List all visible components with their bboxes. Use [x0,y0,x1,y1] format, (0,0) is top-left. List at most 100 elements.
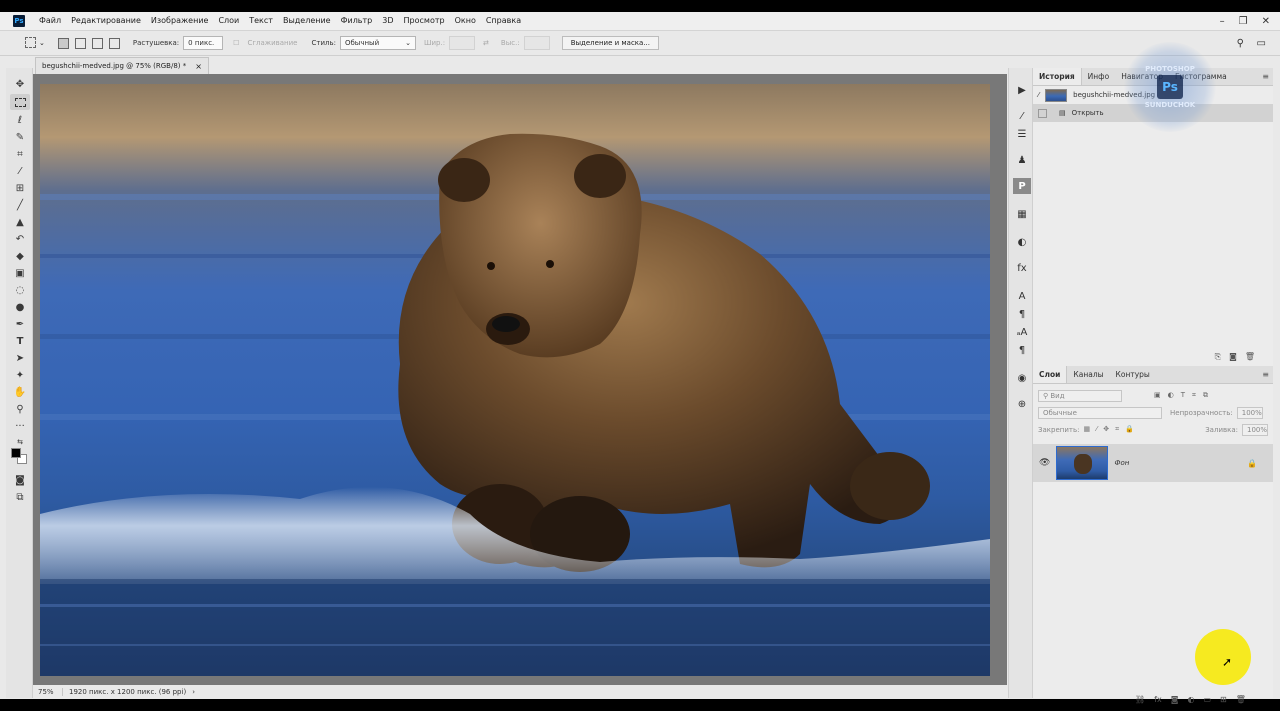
adjustment-layer-icon[interactable]: ◐ [1187,695,1194,704]
document-tab[interactable]: begushchii-medved.jpg @ 75% (RGB/8) * × [35,57,209,74]
more-icon[interactable]: ··· [10,418,30,434]
image-canvas[interactable] [40,84,990,676]
menu-file[interactable]: Файл [34,12,66,30]
gradient-icon[interactable]: ▣ [10,265,30,281]
tab-info[interactable]: Инфо [1082,68,1116,85]
paragraph-p-icon[interactable]: P [1013,178,1031,194]
lock-artboard-icon[interactable]: ⌗ [1115,425,1119,434]
menu-type[interactable]: Текст [244,12,278,30]
eraser-icon[interactable]: ◆ [10,248,30,264]
paragraph-icon[interactable]: ¶ [1013,306,1031,322]
delete-layer-icon[interactable]: 🗑 [1236,695,1246,704]
new-layer-icon[interactable]: ⊞ [1220,695,1227,704]
menu-view[interactable]: Просмотр [399,12,450,30]
grid-icon[interactable]: ▦ [1013,206,1031,222]
style-icon[interactable]: fx [1013,260,1031,276]
minimize-button[interactable]: – [1220,16,1225,27]
filter-smart-icon[interactable]: ⧉ [1203,391,1208,400]
filter-type-icon[interactable]: T [1181,391,1185,400]
screen-mode-icon[interactable]: ⧉ [10,489,30,505]
zoom-icon[interactable]: ⚲ [10,401,30,417]
new-selection-icon[interactable] [57,37,69,49]
subtract-selection-icon[interactable] [91,37,103,49]
play-icon[interactable]: ▶ [1013,82,1031,98]
new-group-icon[interactable]: ▭ [1203,695,1211,704]
history-brush-icon[interactable]: ↶ [10,231,30,247]
layer-name[interactable]: Фон [1114,459,1129,467]
hand-icon[interactable]: ✋ [10,384,30,400]
tab-history[interactable]: История [1033,68,1082,85]
brush-icon[interactable]: ╱ [10,197,30,213]
close-button[interactable]: ✕ [1262,16,1270,27]
menu-image[interactable]: Изображение [146,12,214,30]
quick-mask-icon[interactable]: ◙ [10,472,30,488]
shape-icon[interactable]: ✦ [10,367,30,383]
select-and-mask-button[interactable]: Выделение и маска... [561,36,659,50]
adjust-icon[interactable]: ☰ [1013,126,1031,142]
menu-window[interactable]: Окно [450,12,481,30]
layer-comps-icon[interactable]: ⊕ [1013,396,1031,412]
workspace-icon[interactable]: ▭ [1257,38,1266,49]
document-info[interactable]: 1920 пикс. x 1200 пикс. (96 ppi) [63,688,186,696]
type-a-icon[interactable]: A [1013,288,1031,304]
history-checkbox[interactable] [1038,108,1047,118]
layer-row[interactable]: 👁 Фон 🔒 [1033,444,1273,482]
brush-settings-icon[interactable]: ⁄ [1013,108,1031,124]
chevron-down-icon[interactable]: ⌄ [39,39,45,47]
menu-edit[interactable]: Редактирование [66,12,146,30]
width-input[interactable] [449,36,476,50]
glyph-icon[interactable]: ¶ [1013,342,1031,358]
height-input[interactable] [523,36,550,50]
tab-paths[interactable]: Контуры [1110,366,1156,383]
tab-layers[interactable]: Слои [1033,366,1068,383]
add-mask-icon[interactable]: ◙ [1171,695,1179,704]
char-style-icon[interactable]: ₐA [1013,324,1031,340]
circle-half-icon[interactable]: ◐ [1013,234,1031,250]
search-icon[interactable]: ⚲ [1237,38,1244,49]
fx-icon[interactable]: fx [1154,695,1162,704]
healing-icon[interactable]: ⊞ [10,180,30,196]
move-icon[interactable]: ✥ [10,76,30,92]
path-select-icon[interactable]: ➤ [10,350,30,366]
opacity-input[interactable]: 100% [1236,406,1263,419]
intersect-selection-icon[interactable] [108,37,120,49]
tab-channels[interactable]: Каналы [1067,366,1109,383]
foreground-color[interactable] [11,448,21,458]
3d-icon[interactable]: ◉ [1013,370,1031,386]
marquee-preset-icon[interactable] [22,36,39,50]
lock-all-icon[interactable]: 🔒 [1125,425,1134,434]
menu-3d[interactable]: 3D [377,12,398,30]
chevron-right-icon[interactable]: › [192,688,195,696]
panel-menu-icon[interactable]: ≡ [1262,370,1269,379]
trash-icon[interactable]: 🗑 [1245,352,1255,362]
style-select[interactable]: Обычный ⌄ [339,36,416,50]
stamp-icon[interactable]: ▲ [10,214,30,230]
pen-icon[interactable]: ✒ [10,316,30,332]
lock-move-icon[interactable]: ✥ [1103,425,1109,434]
eyedropper-icon[interactable]: ⁄ [10,163,30,179]
camera-icon[interactable]: ◙ [1229,352,1237,362]
panel-menu-icon[interactable]: ≡ [1262,72,1269,81]
link-layers-icon[interactable]: ⛓ [1135,695,1145,704]
filter-shape-icon[interactable]: ⌗ [1192,391,1196,400]
filter-pixel-icon[interactable]: ▣ [1154,391,1161,400]
add-selection-icon[interactable] [74,37,86,49]
dodge-icon[interactable]: ● [10,299,30,315]
swap-icon[interactable]: ⇄ [483,39,489,47]
feather-input[interactable]: 0 пикс. [183,36,224,50]
canvas-area[interactable] [33,74,1007,686]
close-tab-icon[interactable]: × [195,62,202,71]
blur-icon[interactable]: ◌ [10,282,30,298]
marquee-icon[interactable] [10,94,30,110]
person-icon[interactable]: ♟ [1013,152,1031,168]
antialias-checkbox[interactable]: ☐ [233,39,239,47]
history-brush-source-icon[interactable]: ⁄ [1038,91,1039,99]
zoom-level[interactable]: 75% [33,688,63,696]
menu-layers[interactable]: Слои [213,12,244,30]
crop-icon[interactable]: ⌗ [10,146,30,162]
lock-paint-icon[interactable]: ⁄ [1096,425,1097,434]
restore-button[interactable]: ❐ [1239,16,1248,27]
menu-filter[interactable]: Фильтр [336,12,378,30]
lasso-icon[interactable]: ℓ [10,112,30,128]
layer-filter-select[interactable]: ⚲ Вид [1038,389,1122,402]
